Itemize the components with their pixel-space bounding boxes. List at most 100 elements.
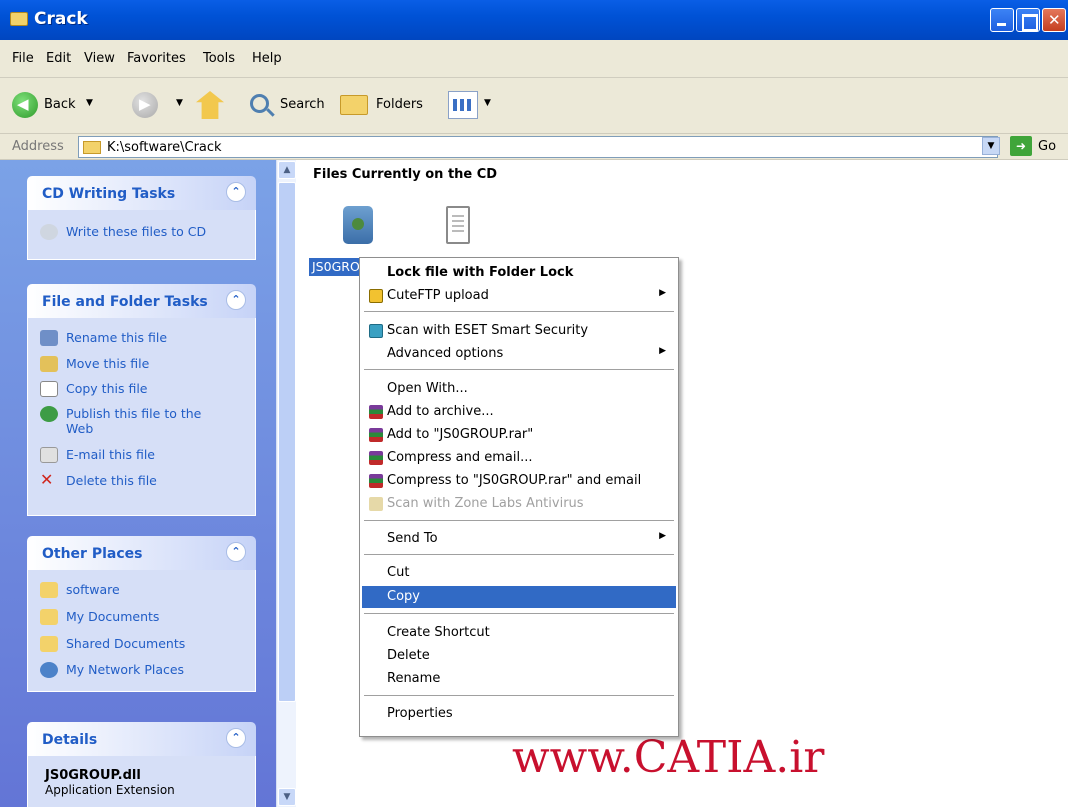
menu-favorites[interactable]: Favorites — [127, 51, 186, 66]
panel-header[interactable]: Other Places ⌃ — [27, 536, 256, 570]
winrar-icon — [369, 474, 383, 488]
folders-button[interactable]: Folders — [340, 91, 435, 119]
address-bar: Address K:\software\Crack ▼ ➜ Go — [0, 134, 1068, 160]
menu-separator — [364, 613, 674, 614]
folder-icon — [83, 141, 101, 154]
menu-item-add-to-rar[interactable]: Add to "JS0GROUP.rar" — [362, 424, 676, 446]
menu-item-compress-email[interactable]: Compress and email... — [362, 447, 676, 469]
scrollbar-thumb[interactable] — [278, 182, 296, 702]
winrar-icon — [369, 428, 383, 442]
folders-label: Folders — [376, 97, 423, 112]
menu-item-scan-eset[interactable]: Scan with ESET Smart Security — [362, 320, 676, 342]
email-icon — [40, 447, 58, 463]
folder-icon — [40, 636, 58, 652]
back-icon — [12, 92, 38, 118]
address-input[interactable]: K:\software\Crack — [78, 136, 998, 158]
chevron-down-icon[interactable]: ▼ — [176, 98, 183, 108]
chevron-down-icon[interactable]: ▼ — [484, 98, 491, 108]
submenu-arrow-icon: ▶ — [659, 288, 666, 298]
menu-help[interactable]: Help — [252, 51, 282, 66]
zone-labs-icon — [369, 497, 383, 511]
menu-item-cuteftp[interactable]: CuteFTP upload ▶ — [362, 285, 676, 307]
menu-bar: File Edit View Favorites Tools Help — [0, 40, 1068, 110]
chevron-up-icon[interactable]: ⌃ — [226, 290, 246, 310]
panel-header[interactable]: Details ⌃ — [27, 722, 256, 756]
menu-item-delete[interactable]: Delete — [362, 645, 676, 667]
panel-body: software My Documents Shared Documents M… — [27, 570, 256, 692]
menu-item-add-to-archive[interactable]: Add to archive... — [362, 401, 676, 423]
menu-item-copy[interactable]: Copy — [362, 586, 676, 608]
chevron-up-icon[interactable]: ⌃ — [226, 182, 246, 202]
other-places-panel: Other Places ⌃ software My Documents Sha… — [27, 536, 256, 692]
address-dropdown-icon[interactable]: ▼ — [982, 137, 1000, 155]
panel-body: Write these files to CD — [27, 210, 256, 260]
file-label-selected[interactable]: JS0GROUP.dll — [309, 258, 361, 276]
details-file-type: Application Extension — [45, 783, 175, 797]
close-button[interactable] — [1042, 8, 1066, 32]
cd-writing-tasks-panel: CD Writing Tasks ⌃ Write these files to … — [27, 176, 256, 260]
folder-icon — [10, 12, 28, 26]
panel-header[interactable]: CD Writing Tasks ⌃ — [27, 176, 256, 210]
details-file-name: JS0GROUP.dll — [45, 768, 141, 783]
panel-body: Rename this file Move this file Copy thi… — [27, 318, 256, 516]
panel-header[interactable]: File and Folder Tasks ⌃ — [27, 284, 256, 318]
forward-button[interactable]: ▼ — [132, 91, 187, 119]
chevron-down-icon[interactable]: ▼ — [86, 98, 93, 108]
menu-file[interactable]: File — [12, 51, 34, 66]
up-button[interactable] — [196, 91, 226, 119]
menu-separator — [364, 369, 674, 370]
menu-item-create-shortcut[interactable]: Create Shortcut — [362, 622, 676, 644]
submenu-arrow-icon: ▶ — [659, 346, 666, 356]
explorer-window: Crack File Edit View Favorites Tools Hel… — [0, 0, 1068, 807]
go-icon[interactable]: ➜ — [1010, 136, 1032, 156]
menu-item-lock-file[interactable]: Lock file with Folder Lock — [362, 262, 676, 284]
menu-item-open-with[interactable]: Open With... — [362, 378, 676, 400]
menu-item-advanced-options[interactable]: Advanced options ▶ — [362, 343, 676, 365]
cd-icon — [40, 224, 58, 240]
window-title: Crack — [34, 9, 88, 29]
panel-title: File and Folder Tasks — [42, 294, 208, 310]
search-icon — [250, 94, 269, 113]
menu-separator — [364, 311, 674, 312]
delete-icon: ✕ — [40, 470, 54, 489]
text-file-icon[interactable] — [446, 206, 470, 244]
search-button[interactable]: Search — [250, 91, 330, 119]
menu-item-cut[interactable]: Cut — [362, 562, 676, 584]
menu-tools[interactable]: Tools — [203, 51, 235, 66]
title-bar[interactable]: Crack — [0, 0, 1068, 40]
eset-icon — [369, 324, 383, 338]
dll-file-icon[interactable] — [343, 206, 373, 244]
minimize-button[interactable] — [990, 8, 1014, 32]
menu-item-compress-to-rar-email[interactable]: Compress to "JS0GROUP.rar" and email — [362, 470, 676, 492]
up-icon — [196, 91, 224, 119]
go-button[interactable]: Go — [1038, 139, 1056, 154]
views-button[interactable]: ▼ — [448, 91, 496, 119]
submenu-arrow-icon: ▶ — [659, 531, 666, 541]
cuteftp-icon — [369, 289, 383, 303]
back-button[interactable]: Back ▼ — [12, 91, 127, 119]
chevron-up-icon[interactable]: ⌃ — [226, 728, 246, 748]
menu-item-properties[interactable]: Properties — [362, 703, 676, 725]
menu-item-rename[interactable]: Rename — [362, 668, 676, 690]
folder-icon — [40, 582, 58, 598]
menu-item-scan-zone-labs: Scan with Zone Labs Antivirus — [362, 493, 676, 515]
rename-icon — [40, 330, 58, 346]
menu-separator — [364, 554, 674, 555]
globe-icon — [40, 406, 58, 422]
panel-title: CD Writing Tasks — [42, 186, 176, 202]
search-label: Search — [280, 97, 325, 112]
address-value: K:\software\Crack — [107, 140, 222, 155]
menu-view[interactable]: View — [84, 51, 115, 66]
menu-separator — [364, 695, 674, 696]
menu-item-send-to[interactable]: Send To ▶ — [362, 528, 676, 550]
scroll-down-icon[interactable]: ▼ — [278, 788, 296, 806]
panel-title: Other Places — [42, 546, 143, 562]
winrar-icon — [369, 451, 383, 465]
maximize-button[interactable] — [1016, 8, 1040, 32]
menu-edit[interactable]: Edit — [46, 51, 71, 66]
address-label: Address — [12, 139, 64, 154]
details-panel: Details ⌃ JS0GROUP.dll Application Exten… — [27, 722, 256, 807]
chevron-up-icon[interactable]: ⌃ — [226, 542, 246, 562]
scroll-up-icon[interactable]: ▲ — [278, 161, 296, 179]
task-pane-scrollbar[interactable]: ▲ ▼ — [276, 160, 296, 807]
